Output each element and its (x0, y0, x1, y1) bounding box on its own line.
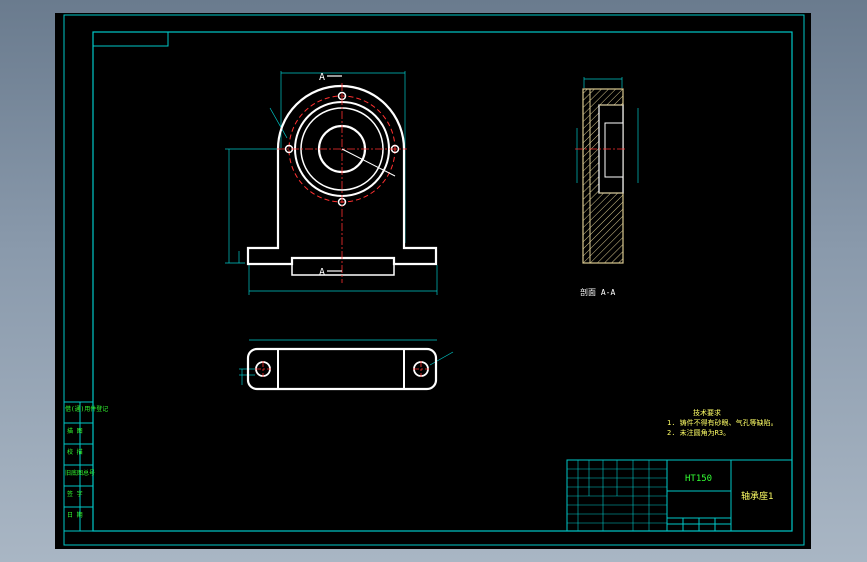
side-stamp-table: 借(通)用件登记 描 图 校 描 旧底图总号 签 字 日 期 (63, 401, 108, 532)
tech-req-line2: 2. 未注圆角为R3。 (667, 428, 730, 437)
drawing-sheet: A A 剖面 A-A 技术要求 1. 铸件不得有砂眼、气孔等缺陷。 2. 未注圆… (63, 14, 805, 546)
title-block: HT150 轴承座1 (566, 459, 793, 532)
base-plate-outline (246, 347, 438, 391)
tech-req-title: 技术要求 (693, 408, 721, 417)
top-view (239, 339, 454, 391)
tech-req-line1: 1. 铸件不得有砂眼、气孔等缺陷。 (667, 418, 778, 427)
part-name-cell: 轴承座1 (741, 490, 773, 502)
inner-frame (92, 31, 793, 532)
technical-requirements: 技术要求 1. 铸件不得有砂眼、气孔等缺陷。 2. 未注圆角为R3。 (667, 408, 778, 437)
outer-frame (63, 14, 805, 546)
side-label-4: 旧底图总号 (65, 469, 95, 477)
side-label-3: 校 描 (67, 448, 83, 456)
section-label-bottom: A (319, 267, 325, 278)
side-label-1: 借(通)用件登记 (65, 405, 108, 413)
section-view: 剖面 A-A (575, 77, 639, 297)
front-view: A A (225, 71, 438, 295)
section-view-caption: 剖面 A-A (580, 287, 615, 297)
section-label-top: A (319, 72, 325, 83)
corner-code-box (92, 31, 169, 47)
cad-drawing-canvas[interactable]: A A 剖面 A-A 技术要求 1. 铸件不得有砂眼、气孔等缺陷。 2. 未注圆… (55, 13, 811, 549)
side-label-2: 描 图 (67, 427, 83, 435)
material-cell: HT150 (685, 474, 712, 484)
side-label-5: 签 字 (67, 490, 83, 498)
side-label-6: 日 期 (67, 511, 83, 519)
